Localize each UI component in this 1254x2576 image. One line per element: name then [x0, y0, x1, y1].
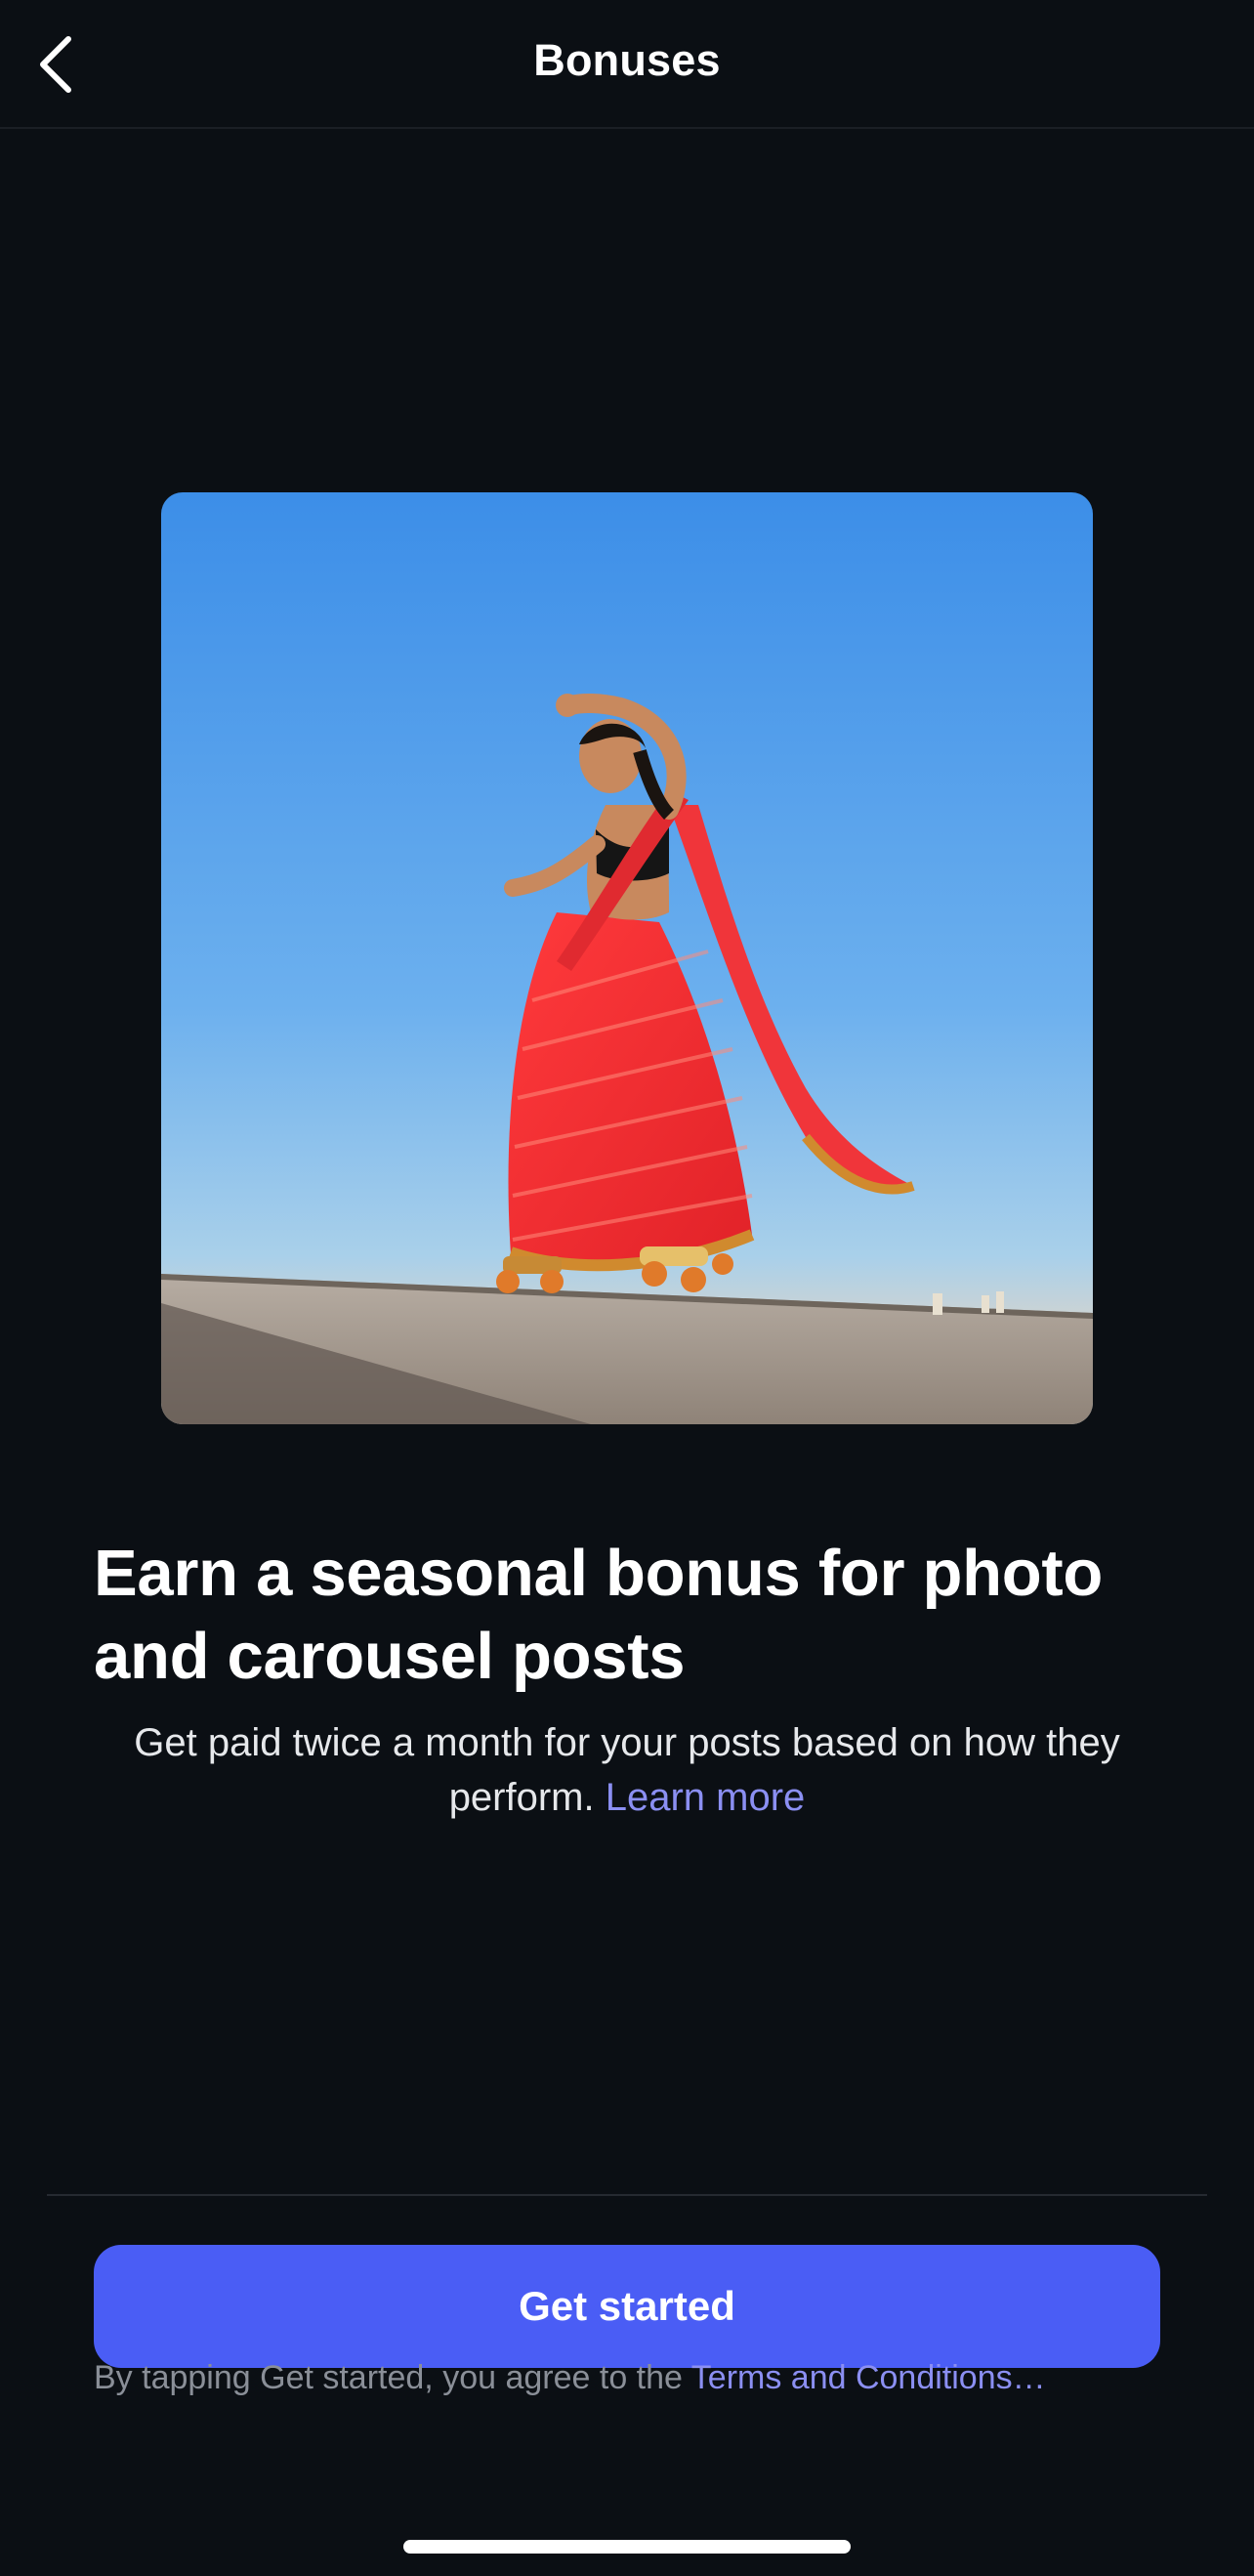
terms-prefix: By tapping Get started, you agree to the	[94, 2359, 683, 2396]
learn-more-link[interactable]: Learn more	[606, 1776, 806, 1819]
description: Get paid twice a month for your posts ba…	[78, 1715, 1176, 1825]
hero-image	[161, 492, 1093, 1424]
home-indicator[interactable]	[403, 2540, 851, 2554]
top-bar: Bonuses	[0, 0, 1254, 129]
terms-link[interactable]: Terms and Conditions…	[691, 2359, 1046, 2396]
page-title: Bonuses	[533, 35, 721, 85]
get-started-button[interactable]: Get started	[94, 2245, 1160, 2368]
divider	[47, 2194, 1207, 2196]
headline: Earn a seasonal bonus for photo and caro…	[94, 1537, 1104, 1693]
terms-notice: By tapping Get started, you agree to the…	[94, 2356, 1178, 2399]
